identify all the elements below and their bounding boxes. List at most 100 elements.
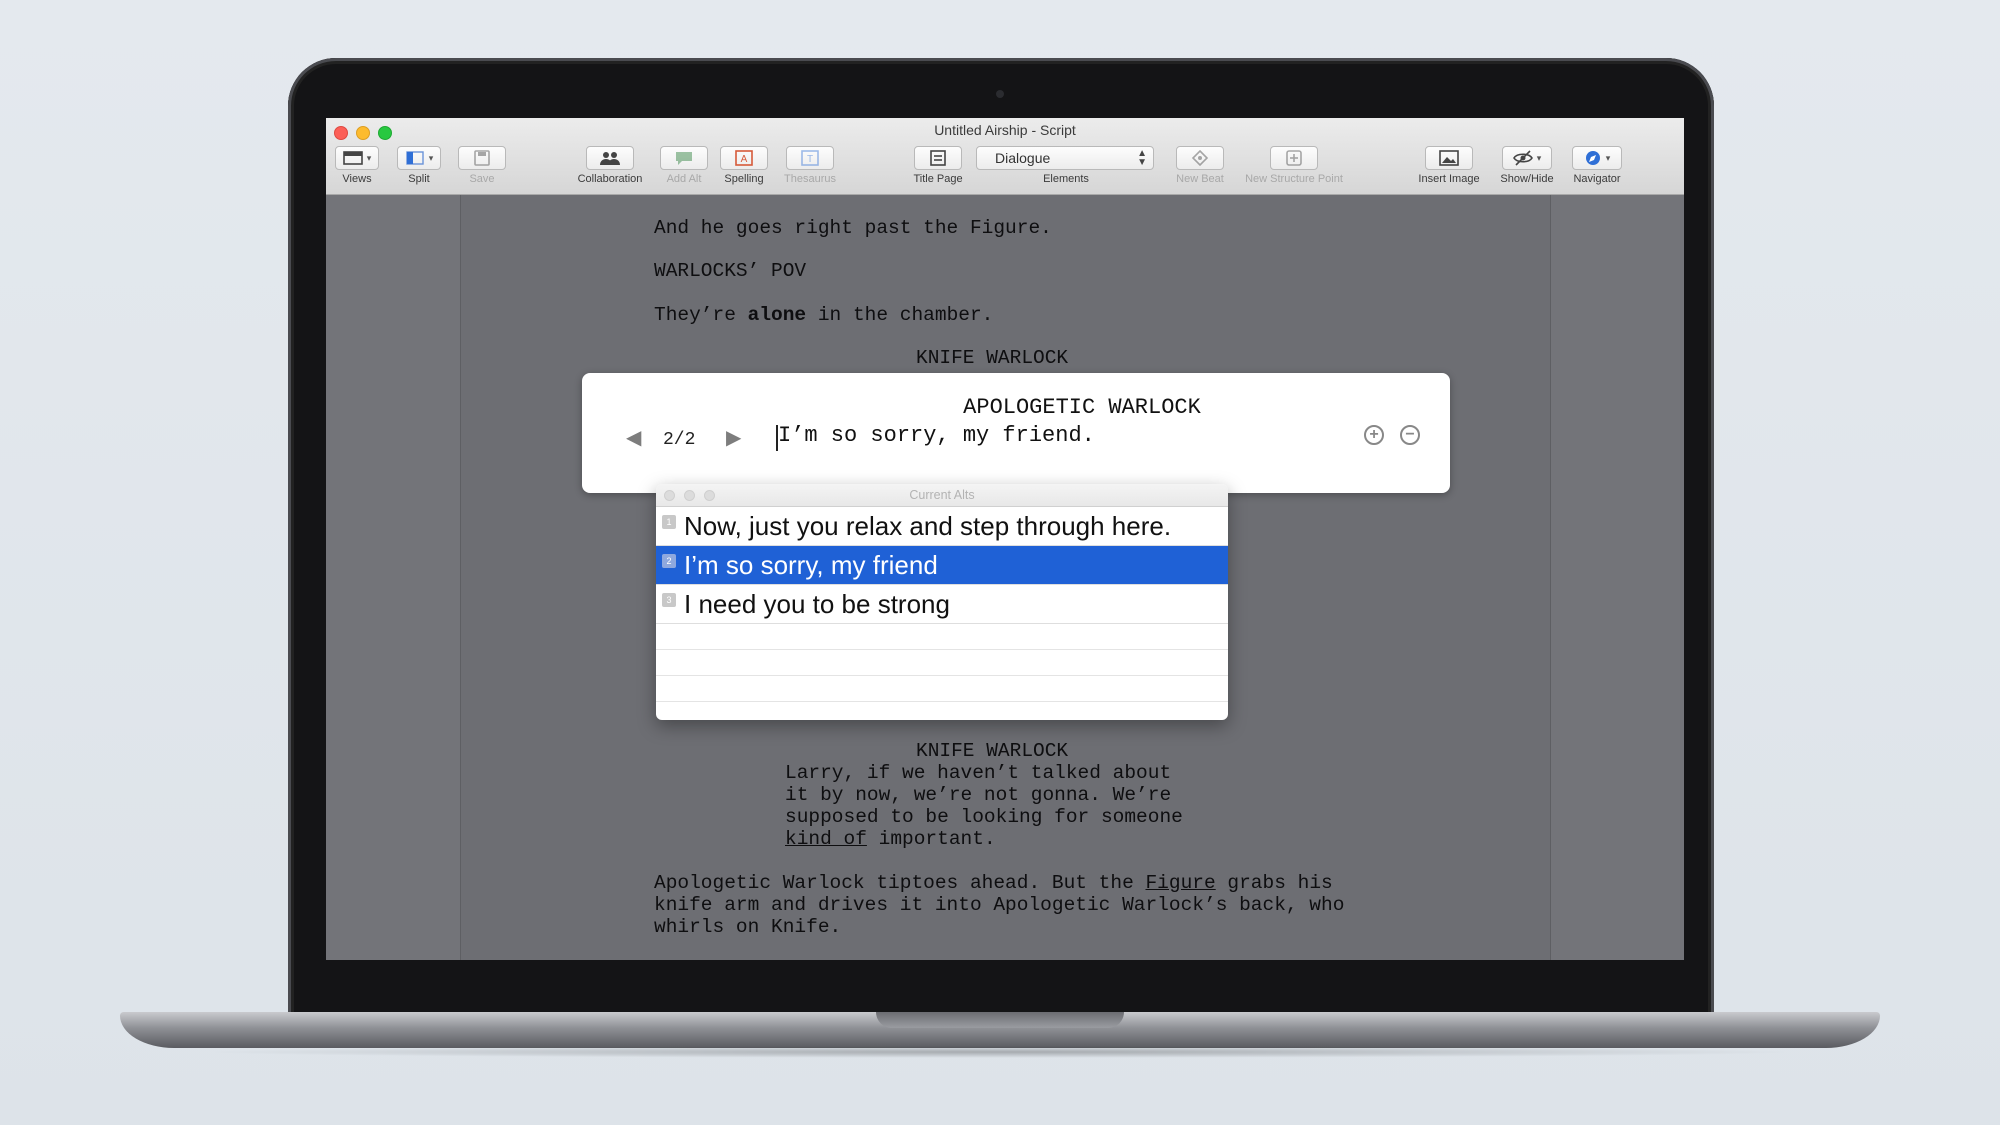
new-beat-label: New Beat — [1176, 173, 1224, 185]
alt-number: 2 — [662, 554, 676, 568]
current-alts-title: Current Alts — [909, 488, 975, 502]
action-text: They’re — [654, 304, 748, 326]
split-button[interactable]: ▾ Split — [396, 146, 442, 185]
new-structure-point-label: New Structure Point — [1245, 173, 1343, 185]
split-label: Split — [408, 173, 430, 185]
dialogue-line[interactable]: supposed to be looking for someone — [785, 806, 1183, 828]
new-beat-button[interactable]: New Beat — [1168, 146, 1232, 185]
alt-text: I need you to be strong — [684, 589, 950, 619]
laptop-shadow — [200, 1046, 1800, 1058]
svg-text:T: T — [807, 154, 813, 165]
action-text: grabs his — [1215, 872, 1333, 894]
panel-close-button[interactable] — [664, 490, 675, 501]
window-title: Untitled Airship - Script — [934, 122, 1076, 138]
thesaurus-label: Thesaurus — [784, 173, 836, 185]
panel-zoom-button[interactable] — [704, 490, 715, 501]
navigator-button[interactable]: ▾ Navigator — [1566, 146, 1628, 185]
alt-popup: ◀ 2/2 ▶ APOLOGETIC WARLOCK I’m so sorry,… — [582, 373, 1450, 493]
navigator-label: Navigator — [1573, 173, 1621, 185]
alt-dialogue-field[interactable]: I’m so sorry, my friend. — [778, 423, 1095, 448]
alt-number: 3 — [662, 593, 676, 607]
views-button[interactable]: ▾ Views — [334, 146, 380, 185]
people-icon — [600, 152, 620, 165]
spelling-label: Spelling — [724, 173, 764, 185]
app-window: Untitled Airship - Script ▾ Views ▾ Spli… — [326, 118, 1684, 960]
laptop-notch — [876, 1012, 1124, 1028]
split-icon — [406, 151, 424, 165]
action-text: Apologetic Warlock tiptoes ahead. But th… — [654, 872, 1146, 894]
empty-list-row — [656, 624, 1228, 650]
new-structure-point-button[interactable]: New Structure Point — [1234, 146, 1354, 185]
remove-alt-icon[interactable]: − — [1400, 425, 1420, 445]
alt-character-name: APOLOGETIC WARLOCK — [963, 395, 1201, 420]
elements-label: Elements — [1043, 173, 1089, 185]
save-button[interactable]: Save — [458, 146, 506, 185]
current-alts-titlebar: Current Alts — [656, 484, 1228, 507]
collaboration-label: Collaboration — [577, 173, 643, 185]
previous-alt-icon[interactable]: ◀ — [626, 425, 641, 450]
collaboration-button[interactable]: Collaboration — [570, 146, 650, 185]
action-text-underlined: Figure — [1145, 872, 1216, 894]
insert-image-label: Insert Image — [1418, 173, 1480, 185]
action-line[interactable]: whirls on Knife. — [654, 916, 841, 938]
spelling-icon: A — [735, 150, 753, 166]
elements-select[interactable]: Dialogue ▲ ▼ Elements — [976, 146, 1156, 185]
add-alt-button[interactable]: Add Alt — [660, 146, 708, 185]
empty-list-row — [656, 650, 1228, 676]
show-hide-label: Show/Hide — [1500, 173, 1554, 185]
character-name[interactable]: KNIFE WARLOCK — [916, 347, 1068, 369]
diamond-icon — [1191, 150, 1209, 166]
current-alts-panel: Current Alts 1 Now, just you relax and s… — [656, 484, 1228, 720]
alt-count: 2/2 — [663, 430, 696, 450]
structure-point-icon — [1286, 150, 1302, 166]
add-alt-icon[interactable]: + — [1364, 425, 1384, 445]
dialogue-text-underlined: kind of — [785, 828, 867, 850]
compass-icon — [1585, 151, 1600, 165]
action-line[interactable]: They’re alone in the chamber. — [654, 304, 993, 326]
toolbar: Untitled Airship - Script ▾ Views ▾ Spli… — [326, 118, 1684, 195]
action-text: in the chamber. — [806, 304, 994, 326]
camera-icon — [996, 90, 1004, 98]
thesaurus-button[interactable]: T Thesaurus — [778, 146, 842, 185]
alt-list-item-selected[interactable]: 2 I’m so sorry, my friend — [656, 546, 1228, 585]
title-page-button[interactable]: Title Page — [906, 146, 970, 185]
alt-text: Now, just you relax and step through her… — [684, 511, 1172, 541]
action-text-bold: alone — [747, 304, 807, 326]
save-label: Save — [469, 173, 495, 185]
panel-minimize-button[interactable] — [684, 490, 695, 501]
svg-text:A: A — [741, 154, 748, 165]
chevron-down-icon: ▾ — [366, 152, 372, 163]
next-alt-icon[interactable]: ▶ — [726, 425, 741, 450]
chevron-down-icon: ▾ — [428, 152, 434, 163]
image-icon — [1439, 150, 1459, 166]
action-line[interactable]: Apologetic Warlock tiptoes ahead. But th… — [654, 872, 1333, 894]
scene-heading[interactable]: WARLOCKS’ POV — [654, 260, 806, 282]
elements-value: Dialogue — [995, 150, 1051, 166]
eye-slash-icon — [1512, 150, 1533, 166]
alt-list-item[interactable]: 1 Now, just you relax and step through h… — [656, 507, 1228, 546]
dialogue-line[interactable]: it by now, we’re not gonna. We’re — [785, 784, 1171, 806]
chevron-down-icon: ▾ — [1536, 152, 1542, 163]
thesaurus-icon: T — [801, 150, 819, 166]
page-margin-left — [460, 195, 461, 960]
save-icon — [474, 150, 490, 166]
views-icon — [342, 151, 363, 165]
spelling-button[interactable]: A Spelling — [720, 146, 768, 185]
chevron-down-icon: ▾ — [1605, 152, 1611, 163]
title-page-icon — [930, 150, 946, 166]
action-line[interactable]: And he goes right past the Figure. — [654, 217, 1052, 239]
add-alt-label: Add Alt — [666, 173, 702, 185]
character-name[interactable]: KNIFE WARLOCK — [916, 740, 1068, 762]
page-margin-right — [1550, 195, 1551, 960]
insert-image-button[interactable]: Insert Image — [1412, 146, 1486, 185]
up-down-chevron-icon: ▲ ▼ — [1137, 148, 1147, 168]
dialogue-line[interactable]: kind of important. — [785, 828, 996, 850]
title-page-label: Title Page — [913, 173, 963, 185]
show-hide-button[interactable]: ▾ Show/Hide — [1496, 146, 1558, 185]
empty-list-row — [656, 676, 1228, 702]
alt-list-item[interactable]: 3 I need you to be strong — [656, 585, 1228, 624]
dialogue-text: important. — [866, 828, 996, 850]
alt-text: I’m so sorry, my friend — [684, 550, 938, 580]
action-line[interactable]: knife arm and drives it into Apologetic … — [654, 894, 1344, 916]
dialogue-line[interactable]: Larry, if we haven’t talked about — [785, 762, 1171, 784]
